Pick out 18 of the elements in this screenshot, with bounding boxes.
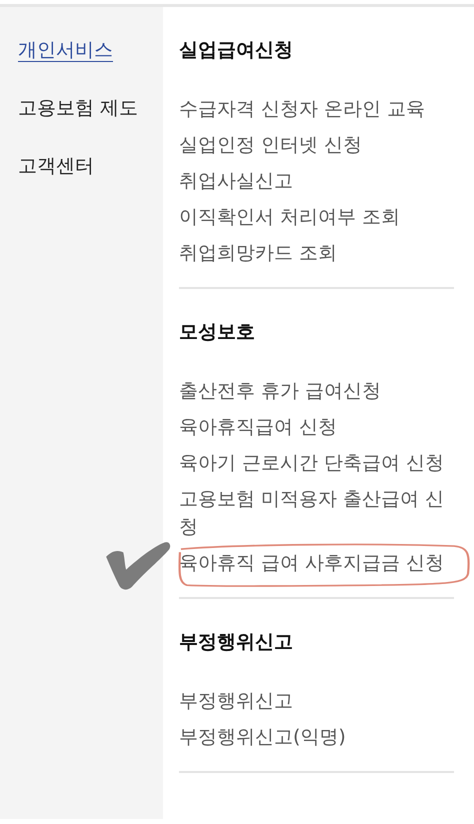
- sidebar-item[interactable]: 고객센터: [18, 151, 94, 181]
- section-heading: 실업급여신청: [179, 38, 294, 63]
- menu-link[interactable]: 부정행위신고(익명): [179, 719, 454, 755]
- menu-link[interactable]: 육아기 근로시간 단축급여 신청: [179, 445, 454, 481]
- section-heading: 부정행위신고: [179, 630, 294, 655]
- menu-link[interactable]: 부정행위신고: [179, 683, 454, 719]
- menu-link[interactable]: 수급자격 신청자 온라인 교육: [179, 91, 454, 127]
- menu-link[interactable]: 출산전후 휴가 급여신청: [179, 373, 454, 409]
- sidebar-item[interactable]: 고용보험 제도: [18, 93, 138, 123]
- section-heading: 모성보호: [179, 320, 256, 345]
- menu-link[interactable]: 취업사실신고: [179, 163, 454, 199]
- menu-link[interactable]: 취업희망카드 조회: [179, 235, 454, 271]
- menu-link[interactable]: 고용보험 미적용자 출산급여 신청: [179, 481, 454, 545]
- menu-link[interactable]: 육아휴직급여 신청: [179, 409, 454, 445]
- menu-link[interactable]: 실업인정 인터넷 신청: [179, 127, 454, 163]
- menu-link[interactable]: 육아휴직 급여 사후지급금 신청: [179, 545, 454, 581]
- sidebar-item[interactable]: 개인서비스: [18, 35, 113, 65]
- menu-link[interactable]: 이직확인서 처리여부 조회: [179, 199, 454, 235]
